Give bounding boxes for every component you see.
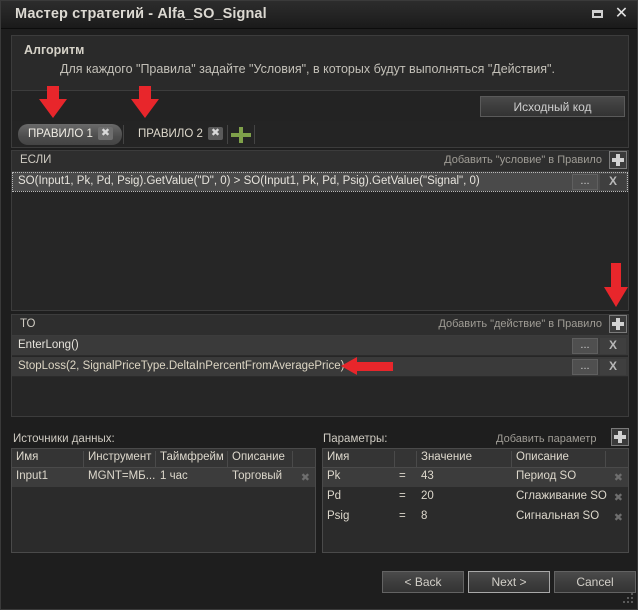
parameters-table: Имя Значение Описание Pk = 43 Период SO … (322, 448, 629, 553)
add-parameter-plus-icon[interactable] (611, 428, 629, 446)
condition-add-hint: Добавить "условие" в Правило (444, 154, 602, 166)
rules-tabstrip: ПРАВИЛО 1 ✖ ПРАВИЛО 2 ✖ (11, 121, 629, 148)
data-sources-header-row: Имя Инструмент Таймфрейм Описание (12, 449, 315, 468)
action-row-delete-button[interactable]: X (600, 359, 626, 375)
row-delete-icon[interactable]: ✖ (614, 491, 623, 504)
annotation-arrow-left-icon (341, 357, 393, 375)
column-header-equals (395, 451, 417, 468)
tab-separator (227, 125, 228, 144)
cell-name: Input1 (12, 470, 48, 482)
action-row-edit-button[interactable]: ... (572, 359, 598, 375)
cell-description: Период SO (512, 470, 576, 482)
cell-equals: = (395, 490, 406, 502)
action-row-text: EnterLong() (18, 339, 79, 351)
tab-rule-2[interactable]: ПРАВИЛО 2 ✖ (128, 124, 226, 145)
restore-icon[interactable] (590, 6, 607, 23)
add-action-plus-icon[interactable] (609, 315, 627, 333)
cell-description: Сигнальная SO (512, 510, 599, 522)
parameters-header-row: Имя Значение Описание (323, 449, 628, 468)
cell-timeframe: 1 час (156, 470, 188, 482)
cell-instrument: MGNT=МБ... (84, 470, 155, 482)
row-delete-icon[interactable]: ✖ (614, 471, 623, 484)
tab-rule-2-close-icon[interactable]: ✖ (208, 127, 223, 140)
add-condition-plus-icon[interactable] (609, 151, 627, 169)
resize-grip[interactable] (623, 593, 634, 604)
tab-rule-1-label: ПРАВИЛО 1 (28, 128, 93, 140)
condition-section-label: ЕСЛИ (20, 154, 51, 166)
condition-row-delete-button[interactable]: X (600, 174, 626, 190)
condition-row-edit-button[interactable]: ... (572, 174, 598, 190)
strategy-wizard-window: Мастер стратегий - Alfa_SO_Signal ✕ Алго… (0, 0, 638, 610)
action-row-text: StopLoss(2, SignalPriceType.DeltaInPerce… (18, 360, 344, 372)
column-header-description: Описание (228, 451, 293, 468)
parameters-add-hint: Добавить параметр (496, 433, 596, 445)
cell-name: Psig (323, 510, 349, 522)
action-row-edit-button[interactable]: ... (572, 338, 598, 354)
annotation-arrow-down-icon (39, 86, 67, 118)
table-row[interactable]: Psig = 8 Сигнальная SO ✖ (323, 508, 628, 527)
cancel-button[interactable]: Cancel (554, 571, 636, 593)
column-header-value: Значение (417, 451, 512, 468)
title-bar: Мастер стратегий - Alfa_SO_Signal ✕ (1, 1, 637, 29)
action-section-label: ТО (20, 318, 35, 330)
action-add-hint: Добавить "действие" в Правило (438, 318, 602, 330)
close-icon[interactable]: ✕ (613, 6, 630, 23)
tab-separator (254, 125, 255, 144)
cell-value: 20 (417, 490, 434, 502)
cell-equals: = (395, 470, 406, 482)
condition-row[interactable]: SO(Input1, Pk, Pd, Psig).GetValue("D", 0… (12, 172, 628, 192)
algorithm-panel: Алгоритм Для каждого "Правила" задайте "… (11, 35, 629, 91)
annotation-arrow-down-icon (604, 263, 628, 309)
column-header-name: Имя (12, 451, 84, 468)
next-button[interactable]: Next > (468, 571, 550, 593)
data-sources-label: Источники данных: (13, 433, 115, 445)
column-header-name: Имя (323, 451, 395, 468)
action-row[interactable]: EnterLong() ... X (12, 336, 628, 356)
parameters-label: Параметры: (323, 433, 388, 445)
table-row[interactable]: Pk = 43 Период SO ✖ (323, 468, 628, 487)
algorithm-title: Алгоритм (24, 43, 84, 57)
cell-name: Pk (323, 470, 340, 482)
action-row-delete-button[interactable]: X (600, 338, 626, 354)
annotation-arrow-down-icon (131, 86, 159, 118)
data-sources-table: Имя Инструмент Таймфрейм Описание Input1… (11, 448, 316, 553)
column-header-actions (606, 451, 628, 468)
source-code-button[interactable]: Исходный код (480, 96, 625, 117)
cell-description: Торговый (228, 470, 282, 482)
cell-description: Сглаживание SO (512, 490, 607, 502)
column-header-description: Описание (512, 451, 606, 468)
condition-list: SO(Input1, Pk, Pd, Psig).GetValue("D", 0… (11, 171, 629, 311)
action-row[interactable]: StopLoss(2, SignalPriceType.DeltaInPerce… (12, 357, 628, 377)
row-delete-icon[interactable]: ✖ (614, 511, 623, 524)
tab-rule-1-close-icon[interactable]: ✖ (98, 127, 113, 140)
tab-rule-1[interactable]: ПРАВИЛО 1 ✖ (18, 124, 122, 145)
action-list: EnterLong() ... X StopLoss(2, SignalPric… (11, 335, 629, 417)
algorithm-description: Для каждого "Правила" задайте "Условия",… (60, 62, 555, 76)
cell-value: 43 (417, 470, 434, 482)
row-delete-icon[interactable]: ✖ (301, 471, 310, 484)
table-row[interactable]: Pd = 20 Сглаживание SO ✖ (323, 488, 628, 507)
add-rule-plus-icon[interactable] (231, 127, 251, 143)
condition-row-text: SO(Input1, Pk, Pd, Psig).GetValue("D", 0… (18, 175, 480, 187)
column-header-actions (293, 451, 315, 468)
action-section-header: ТО Добавить "действие" в Правило (11, 314, 629, 335)
column-header-instrument: Инструмент (84, 451, 156, 468)
cell-value: 8 (417, 510, 427, 522)
tab-separator (123, 125, 124, 144)
cell-equals: = (395, 510, 406, 522)
tab-rule-2-label: ПРАВИЛО 2 (138, 128, 203, 140)
cell-name: Pd (323, 490, 341, 502)
back-button[interactable]: < Back (382, 571, 464, 593)
condition-section-header: ЕСЛИ Добавить "условие" в Правило (11, 150, 629, 171)
column-header-timeframe: Таймфрейм (156, 451, 228, 468)
window-title: Мастер стратегий - Alfa_SO_Signal (15, 6, 267, 22)
table-row[interactable]: Input1 MGNT=МБ... 1 час Торговый ✖ (12, 468, 315, 487)
